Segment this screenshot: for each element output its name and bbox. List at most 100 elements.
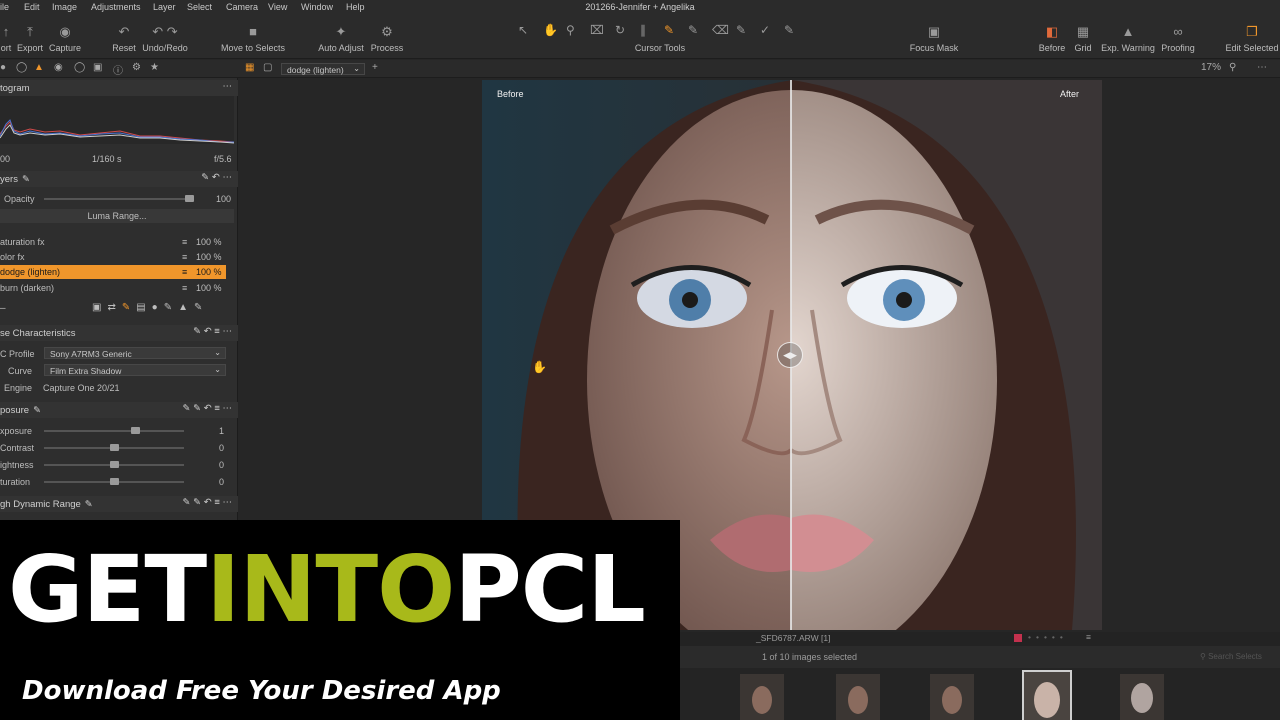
layer-item[interactable]: olor fx ≡ 100 % [0, 250, 226, 264]
luma-range-button[interactable]: Luma Range... [0, 209, 234, 223]
filmstrip-thumbnail[interactable] [740, 674, 784, 720]
zoom-icon[interactable]: ⚲ [1229, 62, 1236, 73]
histogram-svg [0, 119, 235, 144]
annotate-cursor-icon[interactable]: ✎ [784, 23, 794, 37]
layer-tool-icons[interactable]: ▣⇄✎▤●✎▲✎ [92, 302, 208, 313]
opacity-slider[interactable] [44, 198, 194, 200]
header-icons[interactable]: ✎ ✎ ↶ ≡ ⋯ [183, 403, 232, 414]
eraser-cursor-icon[interactable]: ⌫ [712, 23, 729, 37]
share-tab-icon[interactable]: ★ [150, 62, 159, 73]
crop-cursor-icon[interactable]: ⌧ [590, 23, 604, 37]
histogram-header[interactable]: togram ⋯ [0, 80, 238, 96]
move-to-selects-button[interactable]: ■ Move to Selects [220, 15, 286, 59]
filmstrip-search-input[interactable]: ⚲ Search Selects [1200, 652, 1262, 661]
reset-button[interactable]: ↶ Reset [110, 15, 138, 59]
cursor-tools-label: Cursor Tools [634, 43, 686, 53]
histogram-iso: 00 [0, 154, 11, 164]
capture-button[interactable]: ◉ Capture [48, 15, 82, 59]
before-after-icon: ◧ [1045, 24, 1059, 39]
slider-thumb[interactable] [110, 478, 119, 485]
proofing-button[interactable]: ∞ Proofing [1158, 15, 1198, 59]
selection-count-bar: 1 of 10 images selected ⚲ Search Selects [680, 646, 1280, 668]
before-button[interactable]: ◧ Before [1035, 15, 1069, 59]
lens-tab-icon[interactable]: ◯ [74, 62, 85, 73]
remove-layer-icon[interactable]: – [0, 303, 6, 314]
search-icon: ⚲ [1200, 652, 1206, 661]
curve-select[interactable]: Film Extra Shadow ⌄ [44, 364, 226, 376]
exposure-header[interactable]: posure ✎ ✎ ✎ ↶ ≡ ⋯ [0, 402, 238, 418]
layers-header-icons[interactable]: ✎ ↶ ⋯ [201, 172, 232, 183]
focus-mask-button[interactable]: ▣ Focus Mask [905, 15, 963, 59]
move-icon: ■ [249, 24, 257, 39]
export-button[interactable]: ⤒ Export [14, 15, 46, 59]
slider-label: ightness [0, 460, 34, 470]
zoom-cursor-icon[interactable]: ⚲ [566, 23, 575, 37]
gradient-cursor-icon[interactable]: ✎ [736, 23, 746, 37]
grid-view-icon[interactable]: ▦ [245, 62, 254, 73]
curve-label: Curve [8, 366, 33, 376]
filmstrip-thumbnail[interactable] [1120, 674, 1164, 720]
slider-thumb[interactable] [110, 444, 119, 451]
chevron-down-icon: ⌄ [214, 365, 221, 374]
select-cursor-icon[interactable]: ↖ [518, 23, 528, 37]
picker-cursor-icon[interactable]: ✓ [760, 23, 770, 37]
slider-thumb[interactable] [110, 461, 119, 468]
header-icons[interactable]: ✎ ✎ ↶ ≡ ⋯ [183, 497, 232, 508]
single-view-icon[interactable]: ▢ [263, 62, 272, 73]
color-tab-icon[interactable]: ◉ [54, 62, 63, 73]
compare-handle[interactable]: ◀▶ [777, 342, 803, 368]
glasses-icon: ∞ [1173, 24, 1183, 39]
icc-profile-select[interactable]: Sony A7RM3 Generic ⌄ [44, 347, 226, 359]
tools-panel: togram ⋯ 00 1/160 s f/5.6 yers ✎ ✎ ↶ ⋯ Op… [0, 78, 238, 520]
list-icon[interactable]: ≡ [1086, 632, 1091, 642]
library-tab-icon[interactable]: ● [0, 62, 6, 73]
layer-select[interactable]: dodge (lighten) ⌄ [281, 63, 365, 75]
hdr-header[interactable]: gh Dynamic Range ✎ ✎ ✎ ↶ ≡ ⋯ [0, 496, 238, 512]
color-tag-icon[interactable] [1014, 634, 1022, 642]
more-menu-icon[interactable]: ⋯ [1257, 62, 1267, 73]
auto-adjust-button[interactable]: ✦ Auto Adjust [315, 15, 367, 59]
tool-tabs-bar: ● ◯ ▲ ◉ ◯ ▣ ⓘ ⚙ ★ ▦ ▢ dodge (lighten) ⌄ +… [0, 60, 1280, 78]
layer-item[interactable]: burn (darken) ≡ 100 % [0, 281, 226, 295]
adjust-icon: ≡ [182, 237, 188, 247]
watermark-tagline: Download Free Your Desired App [22, 676, 501, 706]
grid-icon: ▦ [1076, 24, 1090, 39]
hand-cursor-icon[interactable]: ✋ [543, 23, 558, 37]
import-button[interactable]: ↑ ort [0, 15, 12, 59]
layers-header[interactable]: yers ✎ ✎ ↶ ⋯ [0, 171, 238, 187]
add-layer-icon[interactable]: + [372, 62, 378, 73]
base-characteristics-header[interactable]: se Characteristics ✎ ↶ ≡ ⋯ [0, 325, 238, 341]
rating-dots[interactable]: ••••• [1028, 632, 1068, 642]
layer-item-selected[interactable]: dodge (lighten) ≡ 100 % [0, 265, 226, 279]
zoom-level[interactable]: 17% [1201, 62, 1221, 73]
details-tab-icon[interactable]: ▣ [93, 62, 102, 73]
histogram-title: togram [0, 83, 30, 94]
filmstrip-thumbnail[interactable] [836, 674, 880, 720]
capture-tab-icon[interactable]: ◯ [16, 62, 27, 73]
more-icon[interactable]: ⋯ [223, 81, 233, 92]
menu-bar: ile Edit Image Adjustments Layer Select … [0, 0, 1280, 15]
info-tab-icon[interactable]: ⓘ [113, 62, 123, 77]
adjust-icon: ≡ [182, 267, 188, 277]
opacity-slider-thumb[interactable] [185, 195, 194, 202]
slider-label: Contrast [0, 443, 35, 453]
slider-track[interactable] [44, 430, 184, 432]
grid-button[interactable]: ▦ Grid [1070, 15, 1096, 59]
layer-item[interactable]: aturation fx ≡ 100 % [0, 235, 226, 249]
adjust-tab-icon[interactable]: ▲ [34, 62, 44, 73]
chevron-down-icon: ⌄ [214, 348, 221, 357]
adjust-icon: ≡ [182, 283, 188, 293]
undo-redo-button[interactable]: ↶ ↷ Undo/Redo [142, 15, 188, 59]
slider-thumb[interactable] [131, 427, 140, 434]
undo-icon: ↶ ↷ [152, 24, 178, 39]
exp-warning-button[interactable]: ▲ Exp. Warning [1100, 15, 1156, 59]
opacity-label: Opacity [4, 194, 35, 204]
process-button[interactable]: ⚙ Process [370, 15, 404, 59]
edit-selected-button[interactable]: ❐ Edit Selected [1224, 15, 1280, 59]
filmstrip-thumbnail-selected[interactable] [1022, 670, 1072, 720]
gear-icon: ⚙ [381, 24, 393, 39]
settings-tab-icon[interactable]: ⚙ [132, 62, 141, 73]
header-icons[interactable]: ✎ ↶ ≡ ⋯ [193, 326, 232, 337]
filmstrip-thumbnail[interactable] [930, 674, 974, 720]
opacity-value: 100 [216, 194, 232, 204]
